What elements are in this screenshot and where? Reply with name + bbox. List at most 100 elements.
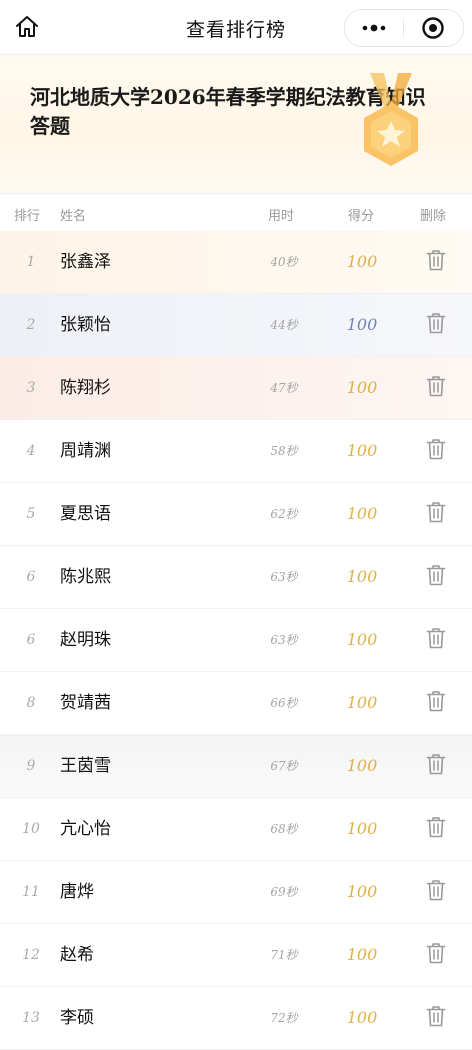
rank-number: 8	[26, 695, 36, 711]
header-name: 姓名	[60, 209, 87, 224]
participant-name: 赵明珠	[60, 630, 111, 650]
table-row: 13 李硕 72秒 100	[0, 987, 472, 1050]
table-header: 排行 姓名 用时 得分 删除	[0, 193, 472, 233]
table-row: 6 赵明珠 63秒 100	[0, 609, 472, 672]
more-button[interactable]	[345, 10, 403, 46]
score: 100	[346, 252, 378, 271]
participant-name: 陈兆熙	[60, 567, 111, 587]
table-row: 4 周靖渊 58秒 100	[0, 420, 472, 483]
rank-number: 5	[26, 506, 36, 522]
table-row: 9 王茵雪 67秒 100	[0, 735, 472, 798]
table-row: 1 张鑫泽 40秒 100	[0, 231, 472, 294]
score: 100	[346, 504, 378, 523]
participant-name: 亢心怡	[60, 819, 111, 839]
delete-button[interactable]	[420, 941, 452, 969]
table-row: 5 夏思语 62秒 100	[0, 483, 472, 546]
trash-icon	[426, 816, 446, 842]
time-used: 47秒	[270, 381, 298, 395]
quiz-banner: 河北地质大学2026年春季学期纪法教育知识答题	[0, 55, 472, 193]
header-rank: 排行	[14, 209, 41, 224]
delete-button[interactable]	[420, 878, 452, 906]
table-row: 10 亢心怡 68秒 100	[0, 798, 472, 861]
trash-icon	[426, 753, 446, 779]
header-time: 用时	[268, 209, 295, 224]
nav-bar: 查看排行榜	[0, 0, 472, 55]
time-used: 63秒	[270, 633, 298, 647]
time-used: 58秒	[270, 444, 298, 458]
trash-icon	[426, 375, 446, 401]
mini-program-capsule	[344, 9, 464, 47]
score: 100	[346, 441, 378, 460]
participant-name: 王茵雪	[60, 756, 111, 776]
participant-name: 陈翔杉	[60, 378, 111, 398]
time-used: 71秒	[270, 948, 298, 962]
trash-icon	[426, 1005, 446, 1031]
participant-name: 李硕	[60, 1008, 94, 1028]
trash-icon	[426, 942, 446, 968]
delete-button[interactable]	[420, 374, 452, 402]
time-used: 67秒	[270, 759, 298, 773]
score: 100	[346, 693, 378, 712]
rank-number: 11	[22, 884, 40, 900]
target-close-icon	[422, 17, 444, 39]
time-used: 69秒	[270, 885, 298, 899]
delete-button[interactable]	[420, 752, 452, 780]
score: 100	[346, 1008, 378, 1027]
rank-number: 13	[22, 1010, 40, 1026]
score: 100	[346, 630, 378, 649]
table-row: 3 陈翔杉 47秒 100	[0, 357, 472, 420]
participant-name: 赵希	[60, 945, 94, 965]
trash-icon	[426, 501, 446, 527]
delete-button[interactable]	[420, 1004, 452, 1032]
delete-button[interactable]	[420, 563, 452, 591]
participant-name: 贺靖茜	[60, 693, 111, 713]
table-row: 8 贺靖茜 66秒 100	[0, 672, 472, 735]
rank-number: 3	[26, 380, 36, 396]
header-score: 得分	[348, 209, 375, 224]
more-dots-icon	[362, 24, 386, 32]
trash-icon	[426, 438, 446, 464]
time-used: 63秒	[270, 570, 298, 584]
time-used: 68秒	[270, 822, 298, 836]
delete-button[interactable]	[420, 248, 452, 276]
table-row: 12 赵希 71秒 100	[0, 924, 472, 987]
score: 100	[346, 945, 378, 964]
table-row: 11 唐烨 69秒 100	[0, 861, 472, 924]
time-used: 40秒	[270, 255, 298, 269]
score: 100	[346, 819, 378, 838]
rank-number: 6	[26, 632, 36, 648]
delete-button[interactable]	[420, 815, 452, 843]
time-used: 44秒	[270, 318, 298, 332]
rank-number: 12	[22, 947, 40, 963]
score: 100	[346, 567, 378, 586]
delete-button[interactable]	[420, 437, 452, 465]
participant-name: 张鑫泽	[60, 252, 111, 272]
time-used: 72秒	[270, 1011, 298, 1025]
trash-icon	[426, 879, 446, 905]
participant-name: 周靖渊	[60, 441, 111, 461]
rank-number: 2	[26, 317, 36, 333]
participant-name: 张颖怡	[60, 315, 111, 335]
ranking-list: 1 张鑫泽 40秒 100 2 张颖怡 44秒 100 3 陈翔杉 47秒 10…	[0, 231, 472, 1050]
time-used: 66秒	[270, 696, 298, 710]
rank-number: 10	[22, 821, 40, 837]
star-medal-icon	[364, 73, 418, 166]
trash-icon	[426, 690, 446, 716]
delete-button[interactable]	[420, 500, 452, 528]
trash-icon	[426, 249, 446, 275]
participant-name: 唐烨	[60, 882, 94, 902]
rank-number: 4	[26, 443, 36, 459]
rank-number: 1	[26, 254, 36, 270]
delete-button[interactable]	[420, 311, 452, 339]
delete-button[interactable]	[420, 689, 452, 717]
table-row: 6 陈兆熙 63秒 100	[0, 546, 472, 609]
score: 100	[346, 882, 378, 901]
delete-button[interactable]	[420, 626, 452, 654]
table-row: 2 张颖怡 44秒 100	[0, 294, 472, 357]
rank-number: 9	[26, 758, 36, 774]
trash-icon	[426, 564, 446, 590]
participant-name: 夏思语	[60, 504, 111, 524]
time-used: 62秒	[270, 507, 298, 521]
score: 100	[346, 378, 378, 397]
close-button[interactable]	[404, 10, 462, 46]
